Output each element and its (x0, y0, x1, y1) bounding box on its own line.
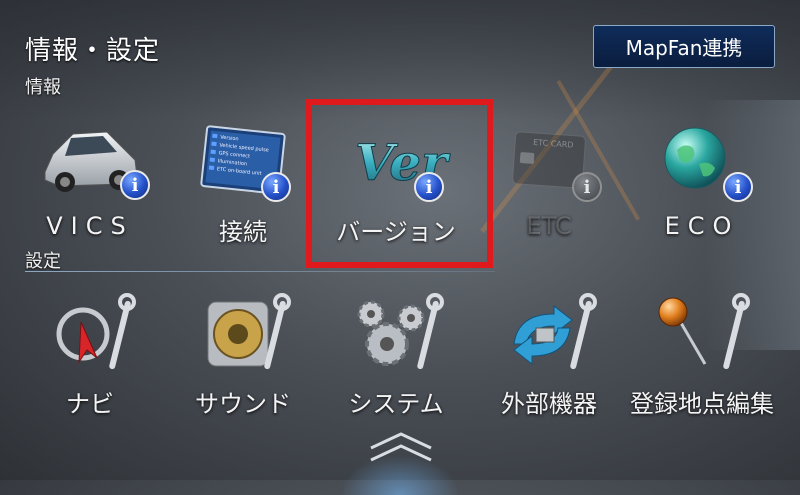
tile-label: ナビ (66, 390, 114, 418)
info-badge-icon: i (723, 172, 753, 202)
info-badge-icon: i (414, 172, 444, 202)
tile-label: システム (348, 390, 444, 418)
tile-label: ETC (526, 212, 572, 240)
info-badge-icon: i (261, 172, 291, 202)
mapfan-link-button[interactable]: MapFan連携 (593, 25, 775, 68)
tile-eco[interactable]: i ECO (627, 120, 777, 240)
tile-registered-points[interactable]: 登録地点編集 (627, 292, 777, 419)
version-ver-icon: Ver (355, 133, 452, 193)
page-title: 情報・設定 (25, 36, 161, 66)
tile-label: VICS (46, 212, 134, 240)
tile-label: 登録地点編集 (630, 390, 774, 418)
section-divider (25, 271, 495, 272)
pin-wrench-icon (658, 293, 750, 370)
tile-external-device[interactable]: 外部機器 (474, 292, 624, 419)
speaker-wrench-icon (207, 293, 291, 370)
tile-version[interactable]: Ver i バージョン (321, 120, 471, 247)
tile-system[interactable]: システム (321, 292, 471, 419)
external-device-wrench-icon (513, 293, 597, 370)
section-label-settings: 設定 (25, 251, 61, 272)
globe-icon (664, 127, 726, 189)
tile-label: 外部機器 (501, 390, 597, 418)
tile-connection[interactable]: Version Vehicle speed pulse GPS connect … (168, 120, 318, 247)
tile-vics[interactable]: i VICS (15, 120, 165, 240)
tile-label: 接続 (219, 218, 267, 246)
connection-screen-icon: Version Vehicle speed pulse GPS connect … (200, 125, 286, 195)
navi-wrench-icon (56, 293, 136, 370)
info-badge-icon: i (120, 170, 150, 200)
gears-wrench-icon (357, 293, 444, 370)
tile-etc[interactable]: ETC CARD i ETC (474, 120, 624, 240)
tile-label: サウンド (195, 390, 291, 418)
info-badge-icon: i (572, 172, 602, 202)
tile-label: バージョン (336, 218, 456, 246)
section-label-info: 情報 (25, 77, 61, 98)
tile-label: ECO (664, 212, 740, 240)
tile-sound[interactable]: サウンド (168, 292, 318, 419)
tile-navi[interactable]: ナビ (15, 292, 165, 419)
chevron-up-icon[interactable] (366, 430, 436, 465)
